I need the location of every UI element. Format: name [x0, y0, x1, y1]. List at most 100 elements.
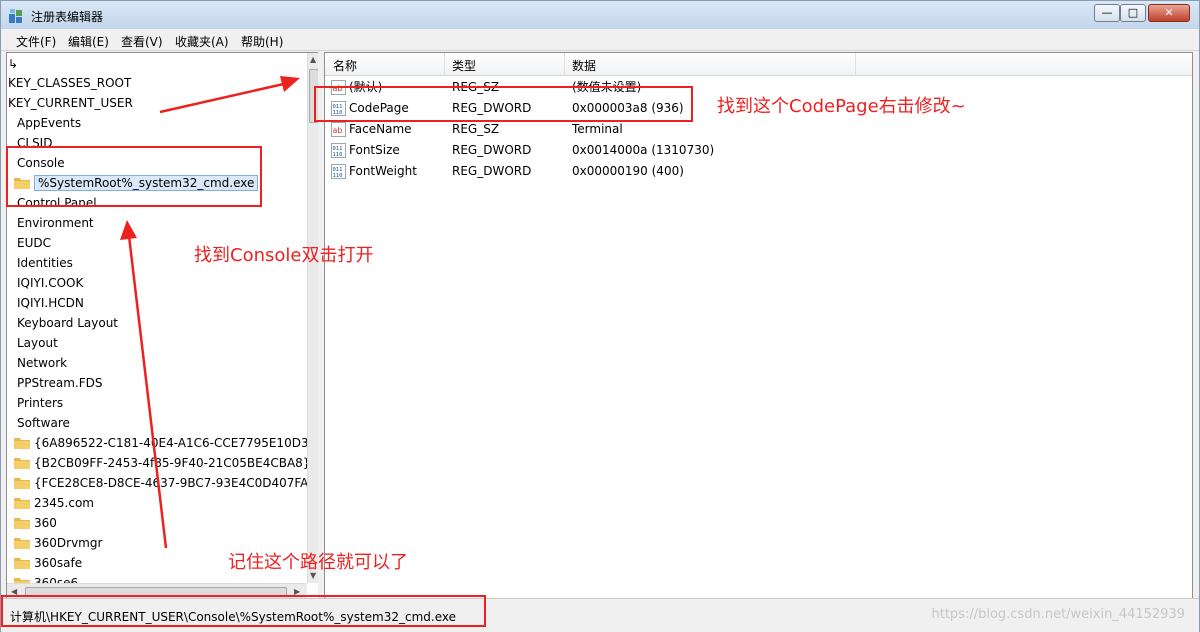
menu-edit[interactable]: 编辑(E) [68, 33, 109, 50]
folder-icon [14, 497, 30, 509]
value-data: 0x00000190 (400) [572, 164, 684, 178]
tree-item-label: 2345.com [34, 496, 94, 510]
table-row[interactable]: 011 110 FontWeight REG_DWORD 0x00000190 (… [325, 161, 1192, 182]
tree-item-ppstream[interactable]: PPStream.FDS [17, 374, 102, 392]
close-button[interactable]: ✕ [1148, 4, 1190, 22]
tree-item-label: {6A896522-C181-40E4-A1C6-CCE7795E10D3} [34, 436, 317, 450]
value-name: FaceName [349, 122, 412, 136]
tree-item-label: 360safe [34, 556, 83, 570]
folder-icon [14, 517, 30, 529]
value-list-pane[interactable]: 名称 类型 数据 ab (默认) REG_SZ (数值未设置) 011 110 C… [324, 52, 1193, 600]
column-header-type[interactable]: 类型 [452, 57, 476, 74]
tree-item-label: EUDC [17, 236, 51, 250]
menu-bar: 文件(F) 编辑(E) 查看(V) 收藏夹(A) 帮助(H) [1, 29, 1199, 51]
column-divider[interactable] [564, 53, 565, 75]
tree-item-label: IQIYI.HCDN [17, 296, 84, 310]
svg-text:110: 110 [333, 152, 343, 158]
highlight-path [1, 595, 486, 627]
tree-item-layout[interactable]: Layout [17, 334, 58, 352]
value-type: REG_DWORD [452, 164, 532, 178]
value-data: 0x0014000a (1310730) [572, 143, 715, 157]
tree-item-label: {B2CB09FF-2453-4f85-9F40-21C05BE4CBA8} [34, 456, 311, 470]
tree-item-360safe[interactable]: 360safe [14, 554, 82, 572]
dword-value-icon: 011110 [331, 164, 346, 179]
column-divider[interactable] [855, 53, 856, 75]
column-divider[interactable] [444, 53, 445, 75]
menu-file[interactable]: 文件(F) [16, 33, 56, 50]
watermark: https://blog.csdn.net/weixin_44152939 [931, 607, 1185, 622]
key-tree-pane[interactable]: ↳ KEY_CLASSES_ROOT KEY_CURRENT_USER AppE… [6, 52, 320, 600]
tree-item-label: 360 [34, 516, 57, 530]
tree-item-label: KEY_CURRENT_USER [8, 96, 133, 110]
tree-item-hkcu[interactable]: KEY_CURRENT_USER [8, 94, 133, 112]
tree-item-software[interactable]: Software [17, 414, 70, 432]
maximize-icon: □ [1127, 6, 1139, 19]
tree-item-label: 360Drvmgr [34, 536, 103, 550]
annotation-path: 记住这个路径就可以了 [228, 552, 408, 573]
minimize-button[interactable]: — [1094, 4, 1120, 22]
tree-item-label: {FCE28CE8-D8CE-4637-9BC7-93E4C0D407FA} [34, 476, 317, 490]
close-icon: ✕ [1164, 6, 1174, 19]
maximize-button[interactable]: □ [1120, 4, 1146, 22]
dword-value-icon: 011110 [331, 143, 346, 158]
tree-item-computer[interactable]: ↳ [8, 55, 18, 73]
svg-text:ab: ab [333, 126, 343, 135]
tree-item-360[interactable]: 360 [14, 514, 57, 532]
tree-item-appevents[interactable]: AppEvents [17, 114, 81, 132]
menu-favorites[interactable]: 收藏夹(A) [175, 33, 229, 50]
regedit-app-icon [9, 9, 22, 23]
tree-item-2345[interactable]: 2345.com [14, 494, 94, 512]
column-header-name[interactable]: 名称 [333, 57, 357, 74]
tree-item-guid-3[interactable]: {FCE28CE8-D8CE-4637-9BC7-93E4C0D407FA} [14, 474, 316, 492]
column-header-data[interactable]: 数据 [572, 57, 596, 74]
tree-item-eudc[interactable]: EUDC [17, 234, 51, 252]
folder-icon [14, 457, 30, 469]
tree-item-guid-2[interactable]: {B2CB09FF-2453-4f85-9F40-21C05BE4CBA8} [14, 454, 310, 472]
tree-item-label: Layout [17, 336, 58, 350]
tree-item-label: IQIYI.COOK [17, 276, 84, 290]
tree-item-environment[interactable]: Environment [17, 214, 94, 232]
window-title: 注册表编辑器 [31, 10, 104, 24]
value-name: FontWeight [349, 164, 417, 178]
annotation-console: 找到Console双击打开 [194, 245, 374, 266]
svg-text:110: 110 [333, 173, 343, 179]
string-value-icon: ab [331, 122, 346, 137]
tree-item-label: Network [17, 356, 68, 370]
highlight-codepage [314, 86, 693, 122]
tree-item-network[interactable]: Network [17, 354, 67, 372]
folder-icon [14, 537, 30, 549]
tree-item-label: Environment [17, 216, 94, 230]
tree-item-iqiyi-cook[interactable]: IQIYI.COOK [17, 274, 83, 292]
highlight-console [6, 146, 262, 207]
tree-item-guid-1[interactable]: {6A896522-C181-40E4-A1C6-CCE7795E10D3} [14, 434, 316, 452]
tree-item-label: AppEvents [17, 116, 82, 130]
list-header: 名称 类型 数据 [325, 53, 1192, 76]
title-bar[interactable]: 注册表编辑器 — □ ✕ [1, 1, 1199, 30]
annotation-codepage: 找到这个CodePage右击修改~ [717, 96, 966, 117]
tree-item-label: Keyboard Layout [17, 316, 119, 330]
menu-view[interactable]: 查看(V) [121, 33, 163, 50]
folder-icon [14, 557, 30, 569]
folder-icon [14, 477, 30, 489]
minimize-icon: — [1101, 6, 1113, 19]
tree-item-identities[interactable]: Identities [17, 254, 73, 272]
table-row[interactable]: 011 110 FontSize REG_DWORD 0x0014000a (13… [325, 140, 1192, 161]
tree-item-iqiyi-hcdn[interactable]: IQIYI.HCDN [17, 294, 84, 312]
value-name: FontSize [349, 143, 400, 157]
value-type: REG_DWORD [452, 143, 532, 157]
tree-item-label: Printers [17, 396, 64, 410]
tree-item-hkcr[interactable]: KEY_CLASSES_ROOT [8, 74, 131, 92]
value-data: Terminal [572, 122, 623, 136]
tree-item-printers[interactable]: Printers [17, 394, 63, 412]
tree-item-label: Software [17, 416, 70, 430]
table-row[interactable]: ab FaceName REG_SZ Terminal [325, 119, 1192, 140]
tree-item-label: Identities [17, 256, 73, 270]
value-type: REG_SZ [452, 122, 500, 136]
tree-item-keyboard-layout[interactable]: Keyboard Layout [17, 314, 118, 332]
scroll-up-icon[interactable]: ▲ [310, 55, 316, 64]
tree-item-360drvmgr[interactable]: 360Drvmgr [14, 534, 102, 552]
menu-help[interactable]: 帮助(H) [241, 33, 283, 50]
tree-item-label: PPStream.FDS [17, 376, 103, 390]
tree-item-label: ↳ [8, 57, 19, 71]
folder-icon [14, 437, 30, 449]
